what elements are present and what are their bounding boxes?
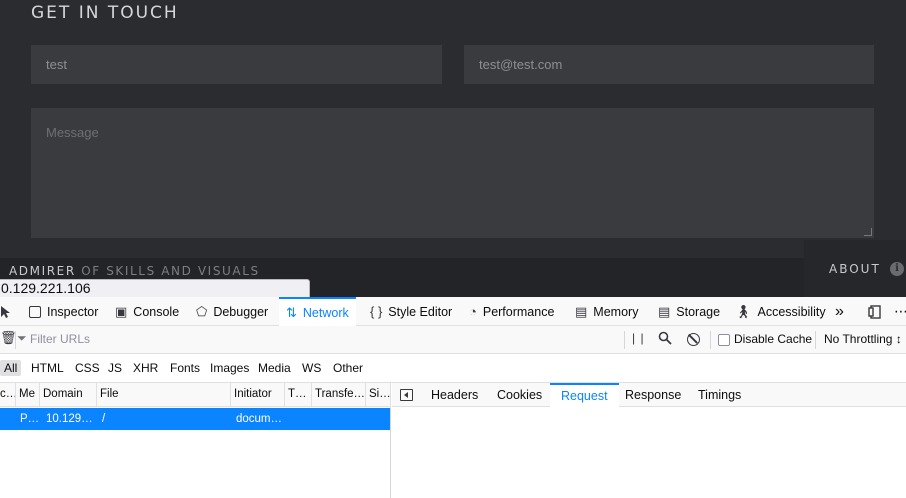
column-status[interactable]: c… [0,383,16,407]
filter-html[interactable]: HTML [29,360,66,376]
request-table: c… Me Domain File Initiator T… Transfe… … [0,383,391,498]
throttling-select[interactable]: No Throttling ↕ [824,332,902,346]
webpage-viewport: GET IN TOUCH test test@test.com Message … [0,0,906,297]
toolbar-divider [624,331,625,349]
filter-other[interactable]: Other [331,360,365,376]
column-domain[interactable]: Domain [40,383,97,407]
toolbar-divider [15,331,16,349]
row-file: / [102,413,106,425]
more-tools-icon[interactable]: » [835,297,844,326]
tab-console[interactable]: ▣ Console [115,297,179,326]
tab-storage[interactable]: ▤ Storage [658,297,720,326]
filter-fonts[interactable]: Fonts [168,360,202,376]
accessibility-icon: 🚶︎ [735,303,752,319]
debugger-icon: ⬠ [196,303,208,319]
name-input[interactable]: test [31,45,442,84]
tab-style-editor-label: Style Editor [388,304,453,319]
link-url-tooltip: 0.129.221.106 [0,279,310,297]
footer-brand-tagline: OF SKILLS AND VISUALS [81,264,260,278]
tab-storage-label: Storage [676,304,721,319]
tab-cookies[interactable]: Cookies [497,383,542,407]
contact-heading: GET IN TOUCH [31,3,179,23]
tab-response[interactable]: Response [625,383,681,407]
tab-console-label: Console [133,304,180,319]
filter-xhr[interactable]: XHR [131,360,160,376]
tab-headers[interactable]: Headers [431,383,478,407]
tab-timings[interactable]: Timings [698,383,741,407]
row-initiator: docum… [236,413,283,425]
network-toolbar: 🗑︎ ⏷ Filter URLs | | Disable Cache No Th… [0,326,906,354]
disable-cache-label: Disable Cache [734,332,813,346]
toolbar-divider [815,331,816,349]
block-requests-icon[interactable] [687,333,700,346]
tab-inspector-label: Inspector [47,304,99,319]
devtools-panel: Inspector ▣ Console ⬠ Debugger ⇅ Network… [0,297,906,498]
toggle-panel-icon[interactable] [400,389,413,401]
tab-accessibility-label: Accessibility [757,304,826,319]
column-transferred[interactable]: Transfe… [312,383,366,407]
network-icon: ⇅ [286,304,297,320]
storage-icon: ▤ [658,303,671,319]
more-options-icon[interactable]: ⋯ [894,297,906,326]
tab-performance[interactable]: ◔ Performance [469,297,554,326]
request-type-filters: All HTML CSS JS XHR Fonts Images Media W… [0,354,906,383]
footer-brand[interactable]: ADMIRER OF SKILLS AND VISUALS [9,264,260,278]
devtools-toolbox: Inspector ▣ Console ⬠ Debugger ⇅ Network… [0,297,906,326]
filter-all[interactable]: All [0,360,22,376]
filter-media[interactable]: Media [256,360,293,376]
tab-accessibility[interactable]: 🚶︎ Accessibility [735,297,826,326]
tab-memory-label: Memory [593,304,639,319]
row-method: P… [20,413,40,425]
column-type[interactable]: T… [285,383,312,407]
filter-urls-input[interactable]: Filter URLs [30,332,90,346]
tab-inspector[interactable]: Inspector [29,297,98,326]
column-file[interactable]: File [97,383,231,407]
memory-icon: ▤ [575,303,588,319]
tab-memory[interactable]: ▤ Memory [575,297,638,326]
row-transferred [316,408,365,430]
row-type [289,408,311,430]
console-icon: ▣ [115,303,128,319]
tab-style-editor[interactable]: { } Style Editor [370,297,452,326]
info-icon[interactable]: i [890,262,904,276]
request-details-panel: Headers Cookies Request Response Timings [392,383,906,498]
footer-brand-name: ADMIRER [9,264,76,278]
inspector-icon [29,305,41,318]
resize-grip-icon[interactable] [864,228,872,236]
row-status [3,408,16,430]
tab-request[interactable]: Request [550,383,619,407]
search-icon[interactable] [658,331,672,345]
column-initiator[interactable]: Initiator [231,383,285,407]
message-textarea[interactable]: Message [31,108,874,238]
footer-about-link[interactable]: ABOUT [829,262,881,276]
filter-ws[interactable]: WS [300,360,323,376]
row-domain: 10.129… [46,413,93,425]
dock-options-icon[interactable] [868,297,882,326]
filter-css[interactable]: CSS [73,360,102,376]
disable-cache-checkbox[interactable] [718,334,730,346]
style-editor-icon: { } [370,304,383,319]
tab-network[interactable]: ⇅ Network [279,297,356,326]
filter-images[interactable]: Images [208,360,251,376]
tab-network-label: Network [302,305,349,320]
tab-debugger-label: Debugger [213,304,269,319]
pause-icon[interactable]: | | [632,331,645,345]
email-input[interactable]: test@test.com [464,45,874,84]
column-method[interactable]: Me [16,383,40,407]
message-placeholder: Message [46,125,99,140]
toolbar-divider [710,331,711,349]
tab-debugger[interactable]: ⬠ Debugger [196,297,268,326]
performance-icon: ◔ [469,304,477,319]
element-picker-icon[interactable] [0,297,18,326]
details-tabbar: Headers Cookies Request Response Timings [392,383,906,407]
table-row[interactable]: P… 10.129… / docum… [0,408,390,430]
filter-js[interactable]: JS [106,360,124,376]
tab-performance-label: Performance [482,304,555,319]
column-size[interactable]: Si… [366,383,391,407]
row-size [370,408,390,430]
filter-icon: ⏷ [17,331,27,345]
